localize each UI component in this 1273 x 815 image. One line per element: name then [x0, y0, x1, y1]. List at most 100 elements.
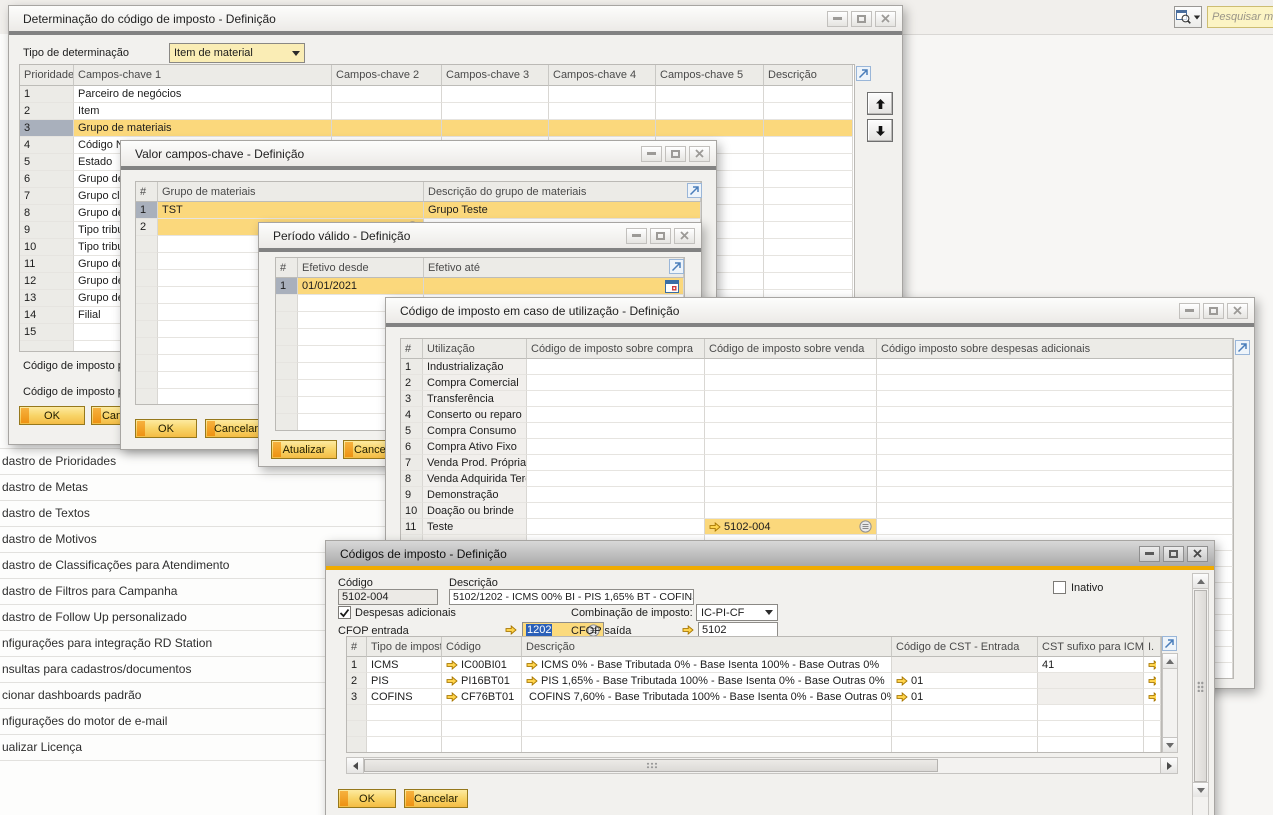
table-row-selected[interactable]: 1 01/01/2021	[276, 278, 684, 295]
maximize-button[interactable]	[851, 11, 872, 27]
column-header[interactable]: Efetivo até	[424, 258, 684, 278]
table-row[interactable]: 3Transferência	[401, 391, 1233, 407]
column-header[interactable]: CST sufixo para ICMS	[1038, 637, 1144, 657]
column-header[interactable]: Campos-chave 2	[332, 65, 442, 86]
maximize-button[interactable]	[1203, 303, 1224, 319]
table-row[interactable]: 1 ICMS IC00BI01 ICMS 0% - Base Tributada…	[347, 657, 1161, 673]
ok-button[interactable]: OK	[19, 406, 85, 425]
column-header[interactable]: Utilização	[423, 339, 527, 359]
column-header[interactable]: Prioridade	[20, 65, 74, 86]
expand-icon[interactable]	[856, 66, 871, 81]
column-header[interactable]: Grupo de materiais	[158, 182, 424, 202]
expand-icon[interactable]	[669, 259, 684, 274]
column-header[interactable]: #	[276, 258, 298, 278]
link-arrow-icon[interactable]	[526, 676, 538, 686]
expand-icon[interactable]	[1235, 340, 1250, 355]
column-header[interactable]: #	[136, 182, 158, 202]
column-header[interactable]: Campos-chave 5	[656, 65, 764, 86]
table-row[interactable]: 10Doação ou brinde	[401, 503, 1233, 519]
table-row-selected[interactable]: 1 TST Grupo Teste	[136, 202, 701, 219]
maximize-button[interactable]	[665, 146, 686, 162]
title-bar[interactable]: Período válido - Definição	[259, 223, 701, 248]
title-bar[interactable]: Códigos de imposto - Definição	[326, 541, 1214, 566]
column-header[interactable]: #	[401, 339, 423, 359]
table-row[interactable]	[347, 705, 1161, 721]
expand-icon[interactable]	[1162, 636, 1177, 651]
tipo-determinacao-dropdown[interactable]: Item de material	[169, 43, 305, 63]
maximize-button[interactable]	[650, 228, 671, 244]
column-header[interactable]: Código de CST - Entrada	[892, 637, 1038, 657]
table-row[interactable]: 9Demonstração	[401, 487, 1233, 503]
link-arrow-icon[interactable]	[526, 660, 538, 670]
column-header[interactable]: Código de imposto sobre compra	[527, 339, 705, 359]
minimize-button[interactable]	[641, 146, 662, 162]
expand-icon[interactable]	[687, 183, 702, 198]
close-button[interactable]	[674, 228, 695, 244]
descricao-field[interactable]: 5102/1202 - ICMS 00% BI - PIS 1,65% BT -…	[449, 589, 694, 605]
table-row[interactable]	[347, 737, 1161, 753]
table-row[interactable]: 2Item	[20, 103, 854, 120]
column-header[interactable]: Tipo de imposto	[367, 637, 442, 657]
title-bar[interactable]: Determinação do código de imposto - Defi…	[9, 6, 902, 31]
table-row[interactable]: 5Compra Consumo	[401, 423, 1233, 439]
table-row[interactable]: 6Compra Ativo Fixo	[401, 439, 1233, 455]
horizontal-scroll-thumb[interactable]	[364, 759, 938, 772]
atualizar-button[interactable]: Atualizar	[271, 440, 337, 459]
table-row[interactable]: 3 COFINS CF76BT01 COFINS 7,60% - Base Tr…	[347, 689, 1161, 705]
cancel-button[interactable]: Cancelar	[404, 789, 468, 808]
table-row[interactable]: 8Venda Adquirida Terc	[401, 471, 1233, 487]
scroll-up-button[interactable]	[1163, 654, 1177, 669]
table-row-selected[interactable]: 3Grupo de materiais	[20, 120, 854, 137]
scroll-left-button[interactable]	[347, 758, 364, 773]
calendar-icon[interactable]	[665, 280, 679, 293]
link-arrow-icon[interactable]	[682, 625, 694, 635]
scroll-down-button[interactable]	[1163, 737, 1177, 752]
window-vertical-scrollbar[interactable]	[1192, 573, 1209, 815]
horizontal-scrollbar[interactable]	[346, 757, 1178, 774]
column-header[interactable]: Descrição	[522, 637, 892, 657]
column-header[interactable]: Efetivo desde	[298, 258, 424, 278]
table-row[interactable]: 2 PIS PI16BT01 PIS 1,65% - Base Tributad…	[347, 673, 1161, 689]
column-header[interactable]: Campos-chave 1	[74, 65, 332, 86]
table-row[interactable]: 2Compra Comercial	[401, 375, 1233, 391]
move-row-up-button[interactable]	[867, 92, 893, 115]
editable-cell[interactable]	[424, 278, 684, 295]
column-header[interactable]: Código de imposto sobre venda	[705, 339, 877, 359]
table-row[interactable]: 11 Teste 5102-004	[401, 519, 1233, 535]
table-row[interactable]: 1Industrialização	[401, 359, 1233, 375]
ok-button[interactable]: OK	[135, 419, 197, 438]
scroll-down-button[interactable]	[1193, 782, 1208, 797]
maximize-button[interactable]	[1163, 546, 1184, 562]
link-arrow-icon[interactable]	[896, 676, 908, 686]
link-arrow-icon[interactable]	[505, 625, 517, 635]
table-vertical-scrollbar[interactable]	[1162, 653, 1178, 753]
minimize-button[interactable]	[1139, 546, 1160, 562]
global-search-input[interactable]	[1207, 6, 1273, 28]
minimize-button[interactable]	[626, 228, 647, 244]
link-arrow-icon[interactable]	[896, 692, 908, 702]
column-header[interactable]: Descrição do grupo de materiais	[424, 182, 701, 202]
link-arrow-icon[interactable]	[1148, 692, 1156, 702]
column-header[interactable]: Código imposto sobre despesas adicionais	[877, 339, 1233, 359]
link-arrow-icon[interactable]	[1148, 676, 1156, 686]
column-header[interactable]: I.	[1144, 637, 1161, 657]
close-button[interactable]	[1187, 546, 1208, 562]
table-row[interactable]	[347, 721, 1161, 737]
close-button[interactable]	[875, 11, 896, 27]
link-arrow-icon[interactable]	[446, 692, 458, 702]
venda-tax-code-cell[interactable]: 5102-004	[705, 519, 877, 535]
ok-button[interactable]: OK	[338, 789, 396, 808]
title-bar[interactable]: Valor campos-chave - Definição	[121, 141, 716, 166]
close-button[interactable]	[689, 146, 710, 162]
minimize-button[interactable]	[1179, 303, 1200, 319]
scroll-up-button[interactable]	[1193, 574, 1208, 589]
column-header[interactable]: Descrição	[764, 65, 853, 86]
move-row-down-button[interactable]	[867, 119, 893, 142]
column-header[interactable]: Campos-chave 3	[442, 65, 549, 86]
search-window-button[interactable]	[1174, 6, 1202, 28]
choose-from-list-icon[interactable]	[859, 520, 872, 533]
close-button[interactable]	[1227, 303, 1248, 319]
title-bar[interactable]: Código de imposto em caso de utilização …	[386, 298, 1254, 323]
table-row[interactable]: 4Conserto ou reparo	[401, 407, 1233, 423]
codigo-field[interactable]: 5102-004	[338, 589, 438, 605]
